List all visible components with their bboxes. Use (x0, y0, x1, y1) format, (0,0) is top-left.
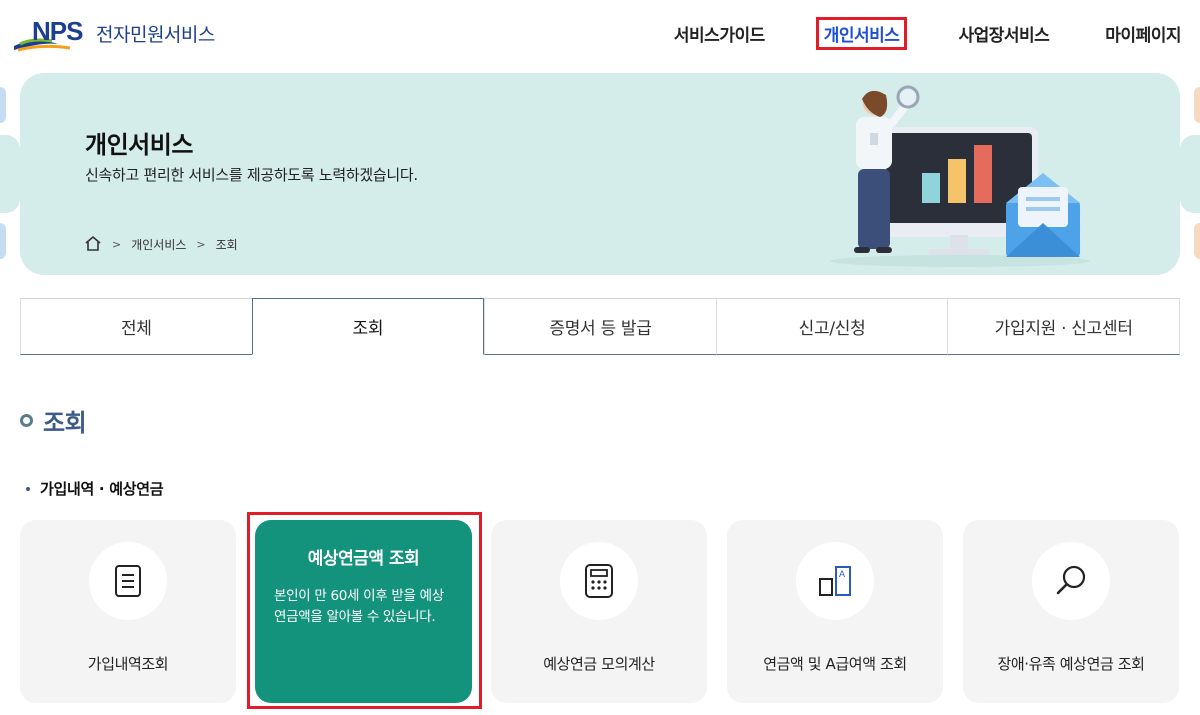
breadcrumb-inquiry[interactable]: 조회 (216, 236, 238, 253)
hero-decoration (1194, 223, 1200, 259)
tab-report-apply[interactable]: 신고/신청 (715, 298, 948, 355)
hero-decoration (1194, 87, 1200, 123)
nav-mypage[interactable]: 마이페이지 (1100, 20, 1186, 47)
tab-support-center[interactable]: 가입지원 · 신고센터 (947, 298, 1180, 355)
nav-personal-service[interactable]: 개인서비스 (815, 17, 908, 50)
document-icon (89, 542, 167, 620)
service-name: 전자민원서비스 (96, 23, 215, 46)
circle-bullet-icon (20, 414, 33, 427)
tab-certificate[interactable]: 증명서 등 발급 (484, 298, 716, 355)
hero-panel: 개인서비스 신속하고 편리한 서비스를 제공하도록 노력하겠습니다. > 개인서… (20, 73, 1180, 275)
tab-all[interactable]: 전체 (20, 298, 252, 355)
home-icon[interactable] (84, 235, 102, 254)
category-tabs: 전체 조회 증명서 등 발급 신고/신청 가입지원 · 신고센터 (20, 298, 1180, 355)
breadcrumb-personal-service[interactable]: 개인서비스 (131, 236, 186, 253)
hero-decoration (0, 87, 6, 123)
hero-illustration (830, 85, 1090, 267)
card-disability-survivor-pension[interactable]: 장애·유족 예상연금 조회 (963, 520, 1179, 703)
page-subtitle: 신속하고 편리한 서비스를 제공하도록 노력하겠습니다. (85, 166, 418, 184)
bar-a-icon: A (796, 542, 874, 620)
magnifier-icon (1032, 542, 1110, 620)
card-enrollment-history[interactable]: 가입내역조회 (20, 520, 236, 703)
subsection-title: 가입내역 · 예상연금 (26, 478, 164, 499)
calculator-icon (560, 542, 638, 620)
hero-decoration (1180, 135, 1200, 213)
highlight-box (247, 512, 482, 709)
card-label: 연금액 및 A급여액 조회 (763, 655, 907, 673)
site-logo[interactable]: NPS 전자민원서비스 (12, 14, 215, 52)
section-title: 조회 (20, 403, 87, 438)
tab-inquiry[interactable]: 조회 (251, 298, 485, 355)
header: NPS 전자민원서비스 서비스가이드 개인서비스 사업장서비스 마이페이지 (0, 0, 1200, 64)
svg-text:A: A (839, 569, 845, 579)
nav-service-guide[interactable]: 서비스가이드 (669, 20, 770, 47)
card-label: 예상연금 모의계산 (543, 655, 655, 673)
bullet-icon (26, 486, 30, 491)
hero-decoration (0, 135, 20, 213)
chevron-right-icon: > (196, 238, 206, 251)
hero-banner: 개인서비스 신속하고 편리한 서비스를 제공하도록 노력하겠습니다. > 개인서… (0, 73, 1200, 275)
chevron-right-icon: > (112, 238, 122, 251)
global-nav: 서비스가이드 개인서비스 사업장서비스 마이페이지 (623, 17, 1186, 50)
card-label: 가입내역조회 (87, 655, 169, 673)
nps-logo-icon: NPS (12, 14, 92, 52)
hero-decoration (0, 223, 6, 259)
page-title: 개인서비스 (85, 131, 193, 159)
card-pension-a-benefit[interactable]: A 연금액 및 A급여액 조회 (727, 520, 943, 703)
breadcrumb: > 개인서비스 > 조회 (84, 235, 238, 254)
card-pension-simulation[interactable]: 예상연금 모의계산 (491, 520, 707, 703)
nav-business-service[interactable]: 사업장서비스 (953, 20, 1054, 47)
card-label: 장애·유족 예상연금 조회 (997, 655, 1145, 673)
